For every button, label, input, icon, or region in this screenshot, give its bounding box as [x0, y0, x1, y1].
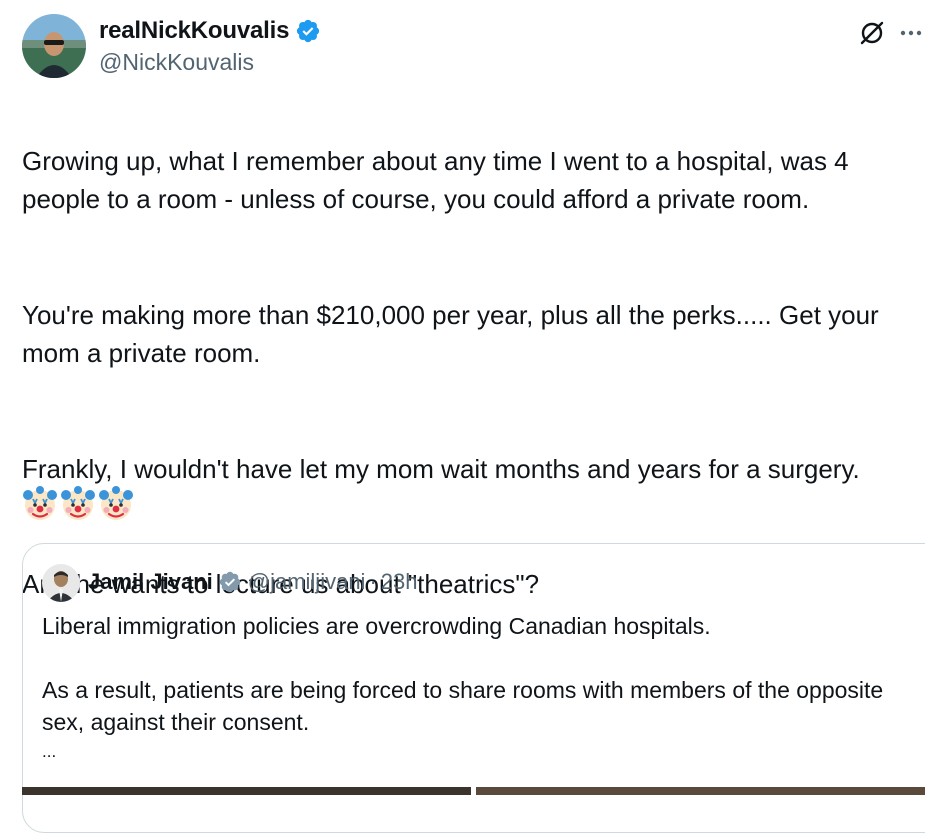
quoted-media-preview[interactable]: [22, 787, 925, 795]
tweet-paragraph: Frankly, I wouldn't have let my mom wait…: [22, 453, 860, 484]
quoted-author-handle[interactable]: @jamiljivani: [248, 569, 366, 595]
tweet: realNickKouvalis @NickKouvalis Growing u…: [0, 0, 925, 833]
media-thumbnail[interactable]: [476, 787, 925, 795]
tweet-paragraph: You're making more than $210,000 per yea…: [22, 299, 879, 369]
author-handle[interactable]: @NickKouvalis: [99, 48, 254, 76]
clown-face-emoji: [22, 486, 58, 522]
quoted-ellipsis: ...: [42, 742, 57, 761]
verified-badge-icon[interactable]: [295, 18, 321, 44]
meta-separator: ·: [369, 569, 377, 594]
quoted-paragraph: As a result, patients are being forced t…: [42, 677, 884, 735]
author-display-name[interactable]: realNickKouvalis: [99, 16, 289, 46]
more-options-icon[interactable]: [897, 19, 925, 47]
quoted-timestamp[interactable]: 23h: [381, 569, 418, 595]
clown-face-emoji: [60, 486, 96, 522]
media-thumbnail[interactable]: [22, 787, 471, 795]
quoted-author-avatar[interactable]: [42, 564, 80, 602]
verified-badge-icon[interactable]: [218, 570, 242, 594]
author-avatar[interactable]: [22, 14, 86, 78]
emoji-row: [22, 486, 134, 522]
quoted-author-name[interactable]: Jamil Jivani: [88, 569, 213, 595]
clown-face-emoji: [98, 486, 134, 522]
tweet-paragraph: Growing up, what I remember about any ti…: [22, 145, 849, 215]
quoted-paragraph: Liberal immigration policies are overcro…: [42, 613, 711, 639]
quoted-tweet-text: Liberal immigration policies are overcro…: [42, 610, 922, 764]
grok-icon[interactable]: [858, 19, 886, 47]
